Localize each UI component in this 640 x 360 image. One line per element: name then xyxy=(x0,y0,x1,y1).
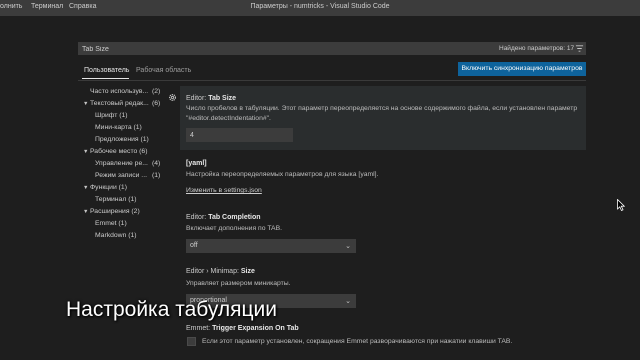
setting-title-minimap-size: Editor › Minimap: Size xyxy=(186,268,255,275)
clear-filter-icon[interactable] xyxy=(575,44,584,53)
toc-item-editor-management[interactable]: Управление ре... xyxy=(95,160,148,167)
chevron-down-icon[interactable]: ▼ xyxy=(83,185,88,191)
setting-description: Включает дополнения по TAB. xyxy=(186,225,283,232)
results-count-badge: Найдено параметров: 17 xyxy=(499,45,575,52)
setting-category: Editor: xyxy=(186,95,209,102)
tab-size-input[interactable] xyxy=(186,128,293,142)
toc-item-markdown[interactable]: Markdown (1) xyxy=(95,232,137,239)
setting-description: Число пробелов в табуляции. Этот парамет… xyxy=(186,105,578,112)
setting-title-yaml: [yaml] xyxy=(186,160,207,167)
setting-title-tab-completion: Editor: Tab Completion xyxy=(186,214,261,221)
active-tab-indicator xyxy=(82,78,129,79)
emmet-trigger-checkbox[interactable] xyxy=(187,337,196,346)
toc-item-count: (6) xyxy=(152,100,161,107)
tab-completion-select[interactable]: off ⌄ xyxy=(186,239,356,253)
toc-item-workbench[interactable]: Рабочее место (6) xyxy=(90,148,147,155)
sync-settings-button[interactable]: Включить синхронизацию параметров xyxy=(458,62,586,76)
chevron-down-icon[interactable]: ▼ xyxy=(83,101,88,107)
setting-category: Editor: xyxy=(186,214,209,221)
toc-item-commonly-used[interactable]: Часто использув... xyxy=(90,88,148,95)
toc-item-count: (2) xyxy=(152,88,161,95)
setting-name: Size xyxy=(240,268,255,275)
tab-workspace[interactable]: Рабочая область xyxy=(136,67,191,74)
toc-item-extensions[interactable]: Расширения (2) xyxy=(90,208,140,215)
settings-search-box: Найдено параметров: 17 xyxy=(78,42,586,55)
video-caption: Настройка табуляции xyxy=(66,298,277,321)
setting-description: Настройка переопределяемых параметров дл… xyxy=(186,171,379,178)
toc-item-count: (1) xyxy=(152,172,161,179)
settings-search-input[interactable] xyxy=(82,44,382,54)
toc-item-emmet[interactable]: Emmet (1) xyxy=(95,220,127,227)
setting-category: Emmet: xyxy=(186,325,213,332)
toc-item-suggestions[interactable]: Предложения (1) xyxy=(95,136,149,143)
setting-description: Если этот параметр установлен, сокращени… xyxy=(202,338,513,345)
setting-description: Управляет размером миникарты. xyxy=(186,280,291,287)
toc-item-font[interactable]: Шрифт (1) xyxy=(95,112,128,119)
toc-item-text-editor[interactable]: Текстовый редак... xyxy=(90,100,149,107)
edit-in-settings-json-link[interactable]: Изменить в settings.json xyxy=(186,187,262,194)
setting-name: Tab Completion xyxy=(208,214,261,221)
window-title: Параметры - numtricks - Visual Studio Co… xyxy=(250,3,390,10)
setting-description: "#editor.detectIndentation#". xyxy=(186,115,271,122)
setting-title-tab-size: Editor: Tab Size xyxy=(186,95,236,102)
chevron-down-icon[interactable]: ▼ xyxy=(83,209,88,215)
setting-category: Editor › Minimap: xyxy=(186,268,241,275)
toc-item-features[interactable]: Функции (1) xyxy=(90,184,127,191)
chevron-down-icon[interactable]: ▼ xyxy=(83,149,88,155)
mouse-cursor-icon xyxy=(617,199,625,211)
setting-name: Tab Size xyxy=(208,95,237,102)
title-bar: олнить Терминал Справка Параметры - numt… xyxy=(0,0,640,16)
toc-item-terminal[interactable]: Терминал (1) xyxy=(95,196,137,203)
setting-title-emmet-trigger: Emmet: Trigger Expansion On Tab xyxy=(186,325,299,332)
chevron-down-icon: ⌄ xyxy=(345,243,351,250)
tabs-divider xyxy=(78,80,586,81)
toc-item-zen-mode[interactable]: Режим записи ... xyxy=(95,172,147,179)
select-value: off xyxy=(190,242,198,249)
tab-user[interactable]: Пользователь xyxy=(84,67,129,74)
chevron-down-icon: ⌄ xyxy=(345,298,351,305)
setting-name: [yaml] xyxy=(186,160,207,167)
toc-item-count: (4) xyxy=(152,160,161,167)
toc-item-minimap[interactable]: Мини-карта (1) xyxy=(95,124,142,131)
gear-icon[interactable] xyxy=(168,93,177,102)
setting-name: Trigger Expansion On Tab xyxy=(212,325,299,332)
